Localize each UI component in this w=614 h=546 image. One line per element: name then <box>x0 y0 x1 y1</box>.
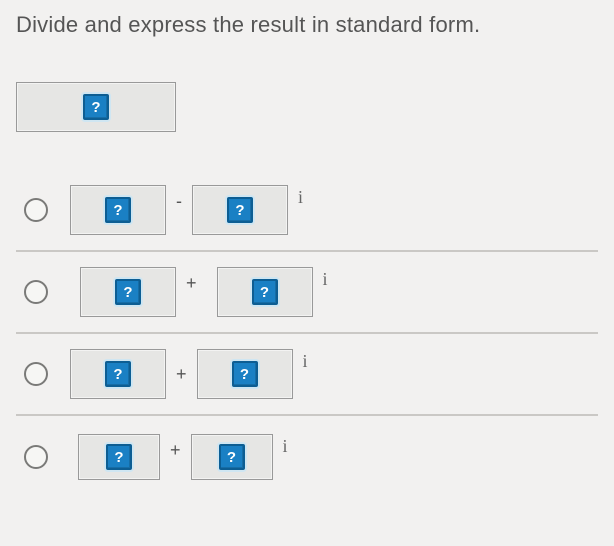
operator: + <box>168 440 183 461</box>
real-part-input[interactable]: ? <box>70 349 166 399</box>
placeholder-icon: ? <box>105 197 131 223</box>
option-expression: ? - ? i <box>70 185 303 235</box>
placeholder-icon: ? <box>115 279 141 305</box>
question-prompt: Divide and express the result in standar… <box>16 12 598 38</box>
expression-input[interactable]: ? <box>16 82 176 132</box>
operator: + <box>184 273 199 294</box>
real-part-input[interactable]: ? <box>70 185 166 235</box>
real-part-input[interactable]: ? <box>80 267 176 317</box>
placeholder-icon: ? <box>105 361 131 387</box>
i-label: i <box>301 351 308 372</box>
options-list: ? - ? i ? + ? i ? + <box>16 170 598 498</box>
radio-button[interactable] <box>24 280 48 304</box>
placeholder-icon: ? <box>227 197 253 223</box>
operator: - <box>174 191 184 212</box>
expression-input-wrap: ? <box>16 82 176 132</box>
imag-part-input[interactable]: ? <box>192 185 288 235</box>
placeholder-icon: ? <box>232 361 258 387</box>
i-label: i <box>321 269 328 290</box>
imag-part-input[interactable]: ? <box>191 434 273 480</box>
placeholder-icon: ? <box>219 444 245 470</box>
option-row[interactable]: ? + ? i <box>16 416 598 498</box>
i-label: i <box>281 436 288 457</box>
option-expression: ? + ? i <box>70 267 328 317</box>
real-part-input[interactable]: ? <box>78 434 160 480</box>
radio-button[interactable] <box>24 445 48 469</box>
operator: + <box>174 364 189 385</box>
placeholder-icon: ? <box>83 94 109 120</box>
placeholder-icon: ? <box>252 279 278 305</box>
option-row[interactable]: ? - ? i <box>16 170 598 252</box>
imag-part-input[interactable]: ? <box>197 349 293 399</box>
option-expression: ? + ? i <box>70 434 288 480</box>
placeholder-icon: ? <box>106 444 132 470</box>
i-label: i <box>296 187 303 208</box>
radio-button[interactable] <box>24 198 48 222</box>
option-expression: ? + ? i <box>70 349 308 399</box>
imag-part-input[interactable]: ? <box>217 267 313 317</box>
option-row[interactable]: ? + ? i <box>16 334 598 416</box>
option-row[interactable]: ? + ? i <box>16 252 598 334</box>
radio-button[interactable] <box>24 362 48 386</box>
